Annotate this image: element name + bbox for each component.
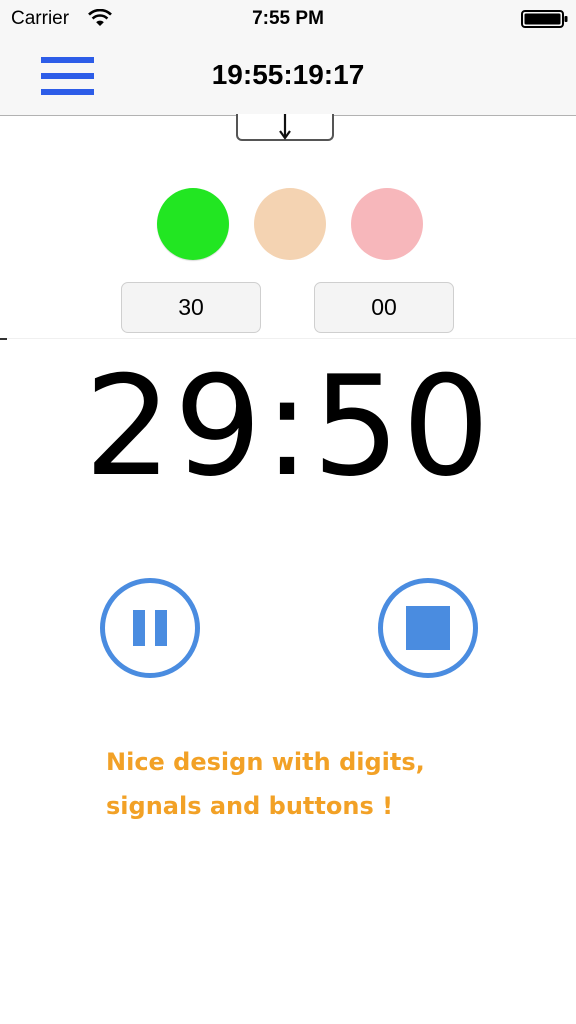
battery-icon	[521, 10, 568, 28]
pause-button[interactable]	[100, 578, 200, 678]
nav-bar: 19:55:19:17	[0, 38, 576, 116]
status-bar: Carrier 7:55 PM	[0, 0, 576, 38]
signal-peach-light	[254, 188, 326, 260]
status-time: 7:55 PM	[252, 8, 324, 29]
stop-button[interactable]	[378, 578, 478, 678]
edge-tick-mark	[0, 338, 7, 340]
signal-green-light	[157, 188, 229, 260]
pull-down-tab[interactable]	[236, 114, 334, 141]
minutes-input[interactable]: 30	[121, 282, 261, 333]
caption-line-1: Nice design with digits,	[106, 748, 425, 776]
caption-line-2: signals and buttons !	[106, 792, 394, 820]
pause-icon	[133, 610, 167, 646]
arrow-down-icon	[279, 114, 291, 140]
countdown-display: 29:50	[84, 346, 492, 507]
hamburger-menu-icon[interactable]	[40, 55, 96, 101]
divider	[0, 338, 576, 339]
seconds-input[interactable]: 00	[314, 282, 454, 333]
caption-text: Nice design with digits, signals and but…	[106, 740, 546, 828]
stop-icon	[406, 606, 450, 650]
signal-pink-light	[351, 188, 423, 260]
